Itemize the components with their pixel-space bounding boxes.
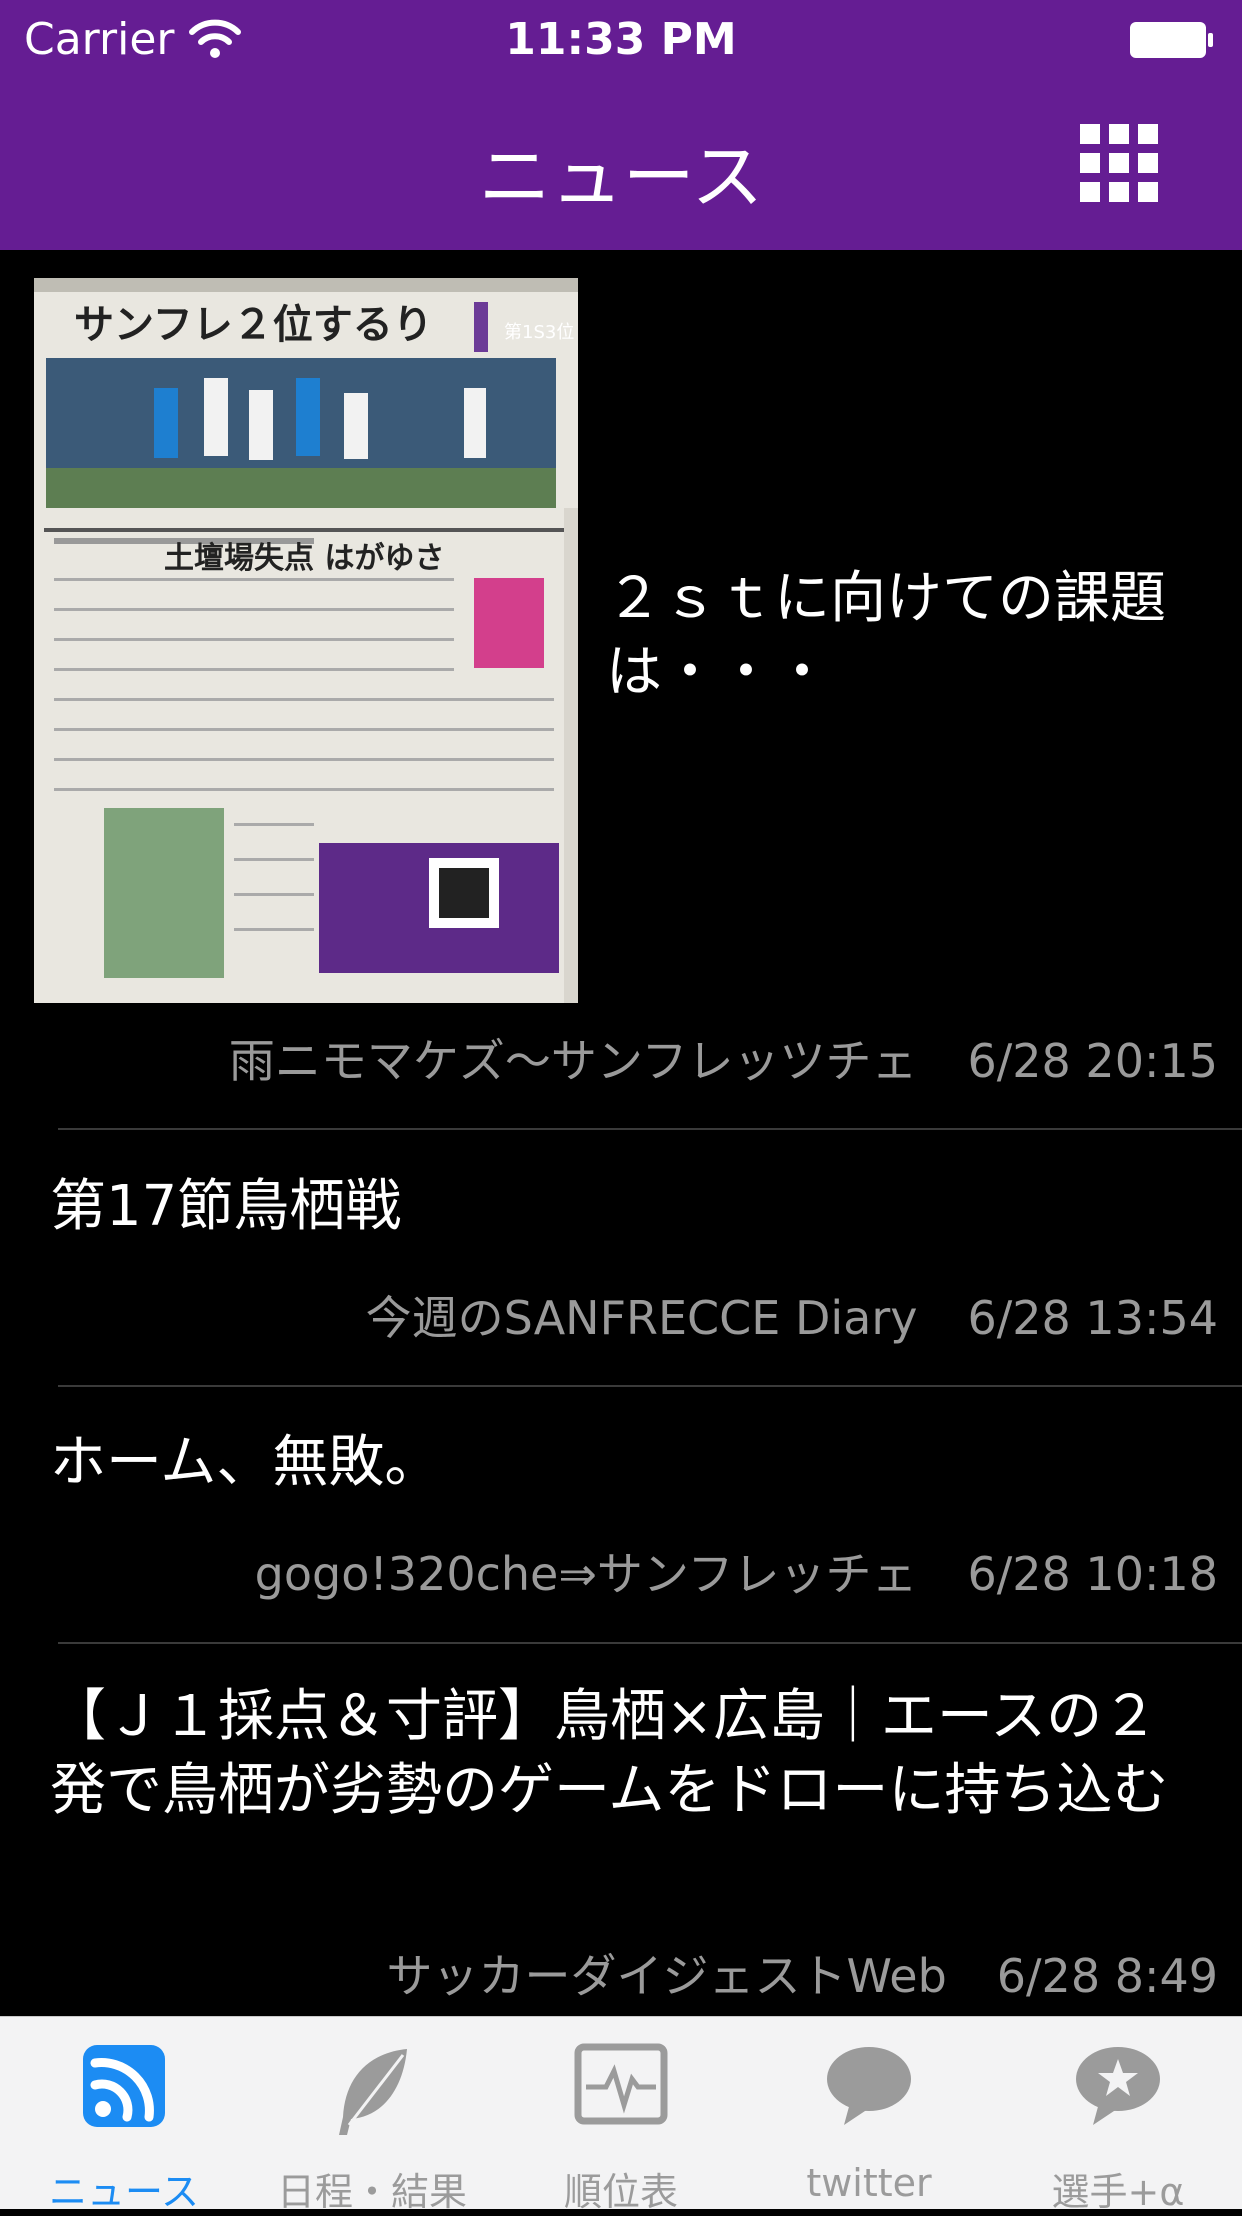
news-date: 6/28 13:54: [967, 1291, 1218, 1345]
rss-icon: [83, 2045, 165, 2127]
tab-standings[interactable]: 順位表: [497, 2017, 745, 2214]
feather-icon: [339, 2049, 407, 2135]
news-source: 雨ニモマケズ～サンフレッツチェ: [228, 1034, 918, 1088]
news-source: 今週のSANFRECCE Diary: [365, 1291, 918, 1345]
news-meta: gogo!320che⇒サンフレッチェ 6/28 10:18: [255, 1538, 1218, 1604]
thumb-side: 第1S3位: [504, 322, 574, 343]
news-date: 6/28 8:49: [996, 1949, 1218, 2003]
news-source: gogo!320che⇒サンフレッチェ: [254, 1547, 918, 1601]
news-date: 6/28 10:18: [967, 1547, 1218, 1601]
pulse-chart-icon: [574, 2043, 668, 2125]
battery-icon: [1130, 22, 1213, 58]
status-time: 11:33 PM: [505, 14, 737, 65]
status-bar: Carrier 11:33 PM: [0, 0, 1242, 84]
tab-bar: ニュース 日程・結果 順位表 twitter 選手+α: [0, 2016, 1242, 2214]
tab-twitter[interactable]: twitter: [745, 2017, 993, 2209]
thumb-subhead: 土壇場失点 はがゆさ: [164, 541, 444, 576]
top-bar: Carrier 11:33 PM ニュース: [0, 0, 1242, 250]
divider: [58, 1385, 1242, 1387]
news-meta: 雨ニモマケズ～サンフレッツチェ 6/28 20:15: [229, 1025, 1218, 1091]
news-meta: 今週のSANFRECCE Diary 6/28 13:54: [366, 1282, 1218, 1348]
page-title: ニュース: [478, 135, 764, 219]
newspaper-photo: サンフレ２位するり 土壇場失点 はがゆさ 第1S3位: [34, 278, 578, 1003]
divider: [58, 1642, 1242, 1644]
news-thumbnail: サンフレ２位するり 土壇場失点 はがゆさ 第1S3位: [34, 278, 578, 1003]
tab-label: twitter: [806, 2161, 932, 2205]
grid-menu-button[interactable]: [1080, 124, 1158, 202]
news-title: 第17節鳥栖戦: [50, 1174, 402, 1239]
news-title: ２ｓｔに向けての課題は・・・: [606, 566, 1166, 705]
tab-news[interactable]: ニュース: [0, 2017, 248, 2214]
news-title: ホーム、無敗。: [50, 1430, 441, 1495]
thumb-headline: サンフレ２位するり: [74, 302, 433, 348]
tab-players[interactable]: 選手+α: [994, 2017, 1242, 2214]
news-date: 6/28 20:15: [967, 1034, 1218, 1088]
divider: [58, 1128, 1242, 1130]
tab-schedule[interactable]: 日程・結果: [248, 2017, 496, 2214]
star-bubble-icon: [1076, 2047, 1160, 2125]
speech-bubble-icon: [827, 2047, 911, 2125]
news-list[interactable]: サンフレ２位するり 土壇場失点 はがゆさ 第1S3位 ２ｓｔに向けての課題は・・…: [0, 250, 1242, 2016]
news-title: 【Ｊ１採点＆寸評】鳥栖×広島｜エースの２発で鳥栖が劣勢のゲームをドローに持ち込む: [50, 1684, 1169, 1823]
news-meta: サッカーダイジェストWeb 6/28 8:49: [386, 1940, 1218, 2006]
news-source: サッカーダイジェストWeb: [386, 1949, 947, 2003]
